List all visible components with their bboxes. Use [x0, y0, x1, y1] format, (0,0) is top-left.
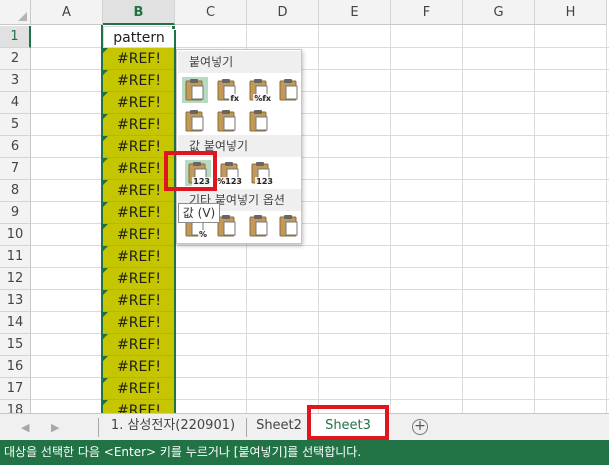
paste-keep-source-formatting-button[interactable]: [276, 77, 302, 103]
column-header-c[interactable]: C: [175, 0, 247, 25]
add-sheet-button[interactable]: +: [412, 419, 428, 435]
keep-source-column-widths-icon: [216, 109, 238, 133]
paste-icon: [184, 78, 206, 102]
cell-b-error[interactable]: #REF!: [103, 114, 175, 136]
sheet-tab-samsung[interactable]: 1. 삼성전자(220901): [100, 414, 246, 440]
paste-no-borders-button[interactable]: [182, 108, 208, 134]
paste-option-sublabel: fx: [229, 94, 240, 103]
row-header-2[interactable]: 2: [0, 48, 31, 70]
row-header-15[interactable]: 15: [0, 334, 31, 356]
paste-formulas-number-formatting-button[interactable]: %fx: [246, 77, 272, 103]
linked-picture-icon: [278, 214, 300, 238]
cell-b-error[interactable]: #REF!: [103, 290, 175, 312]
paste-paste-button[interactable]: [182, 77, 208, 103]
tab-divider: [246, 418, 247, 437]
sheet-tab-sheet3[interactable]: Sheet3: [311, 414, 385, 440]
paste-picture-button[interactable]: [246, 213, 272, 239]
row-header-16[interactable]: 16: [0, 356, 31, 378]
transpose-icon: [248, 109, 270, 133]
column-header-e[interactable]: E: [319, 0, 391, 25]
sheet-tab-bar: ◀ ▶ 1. 삼성전자(220901) Sheet2 Sheet3: [0, 413, 609, 440]
no-borders-icon: [184, 109, 206, 133]
scroll-tabs-right-icon[interactable]: ▶: [51, 414, 59, 441]
cell-b-error[interactable]: #REF!: [103, 158, 175, 180]
cell-b-error[interactable]: #REF!: [103, 48, 175, 70]
cell-b-error[interactable]: #REF!: [103, 378, 175, 400]
paste-values-section-label: 값 붙여넣기: [178, 135, 301, 157]
cell-b-error[interactable]: #REF!: [103, 202, 175, 224]
paste-values-button[interactable]: 123: [185, 160, 211, 186]
values-tooltip: 값 (V): [178, 203, 220, 223]
paste-formulas-button[interactable]: fx: [214, 77, 240, 103]
column-header-a[interactable]: A: [31, 0, 103, 25]
cell-b-error[interactable]: #REF!: [103, 180, 175, 202]
cell-b1-header[interactable]: pattern: [103, 26, 175, 48]
row-header-5[interactable]: 5: [0, 114, 31, 136]
column-header-h[interactable]: H: [535, 0, 607, 25]
sheet-tab-sheet2[interactable]: Sheet2: [248, 414, 310, 440]
cell-b-error[interactable]: #REF!: [103, 312, 175, 334]
row-header-4[interactable]: 4: [0, 92, 31, 114]
spreadsheet-grid[interactable]: ABCDEFGH 1 2 3 4 5 6 7 8 9 10 11 12 13 14 15 16 17 18 pat…: [0, 0, 609, 413]
tab-divider: [98, 418, 99, 437]
paste-option-sublabel: %fx: [253, 94, 272, 103]
paste-section-label: 붙여넣기: [178, 51, 301, 73]
row-header-17[interactable]: 17: [0, 378, 31, 400]
paste-values-number-formatting-button[interactable]: %123: [216, 160, 243, 186]
cell-b-error[interactable]: #REF!: [103, 92, 175, 114]
row-header-14[interactable]: 14: [0, 312, 31, 334]
cell-b-error[interactable]: #REF!: [103, 268, 175, 290]
cell-b-error[interactable]: #REF!: [103, 70, 175, 92]
row-header-1[interactable]: 1: [0, 26, 31, 48]
row-header-7[interactable]: 7: [0, 158, 31, 180]
paste-option-sublabel: 123: [255, 177, 274, 186]
status-message: 대상을 선택한 다음 <Enter> 키를 누르거나 [붙여넣기]를 선택합니다…: [4, 445, 362, 459]
cell-b-error[interactable]: #REF!: [103, 224, 175, 246]
row-header-11[interactable]: 11: [0, 246, 31, 268]
column-header-b[interactable]: B: [103, 0, 175, 25]
cell-b-error[interactable]: #REF!: [103, 136, 175, 158]
column-header-f[interactable]: F: [391, 0, 463, 25]
row-header-12[interactable]: 12: [0, 268, 31, 290]
paste-option-sublabel: 123: [192, 177, 211, 186]
scroll-tabs-left-icon[interactable]: ◀: [21, 414, 29, 441]
cell-b-error[interactable]: #REF!: [103, 334, 175, 356]
cell-b-error[interactable]: #REF!: [103, 400, 175, 413]
row-header-3[interactable]: 3: [0, 70, 31, 92]
selection-fill-handle[interactable]: [171, 25, 176, 30]
column-header-g[interactable]: G: [463, 0, 535, 25]
row-header-9[interactable]: 9: [0, 202, 31, 224]
row-header-10[interactable]: 10: [0, 224, 31, 246]
paste-keep-source-column-widths-button[interactable]: [214, 108, 240, 134]
paste-transpose-button[interactable]: [246, 108, 272, 134]
paste-option-sublabel: %: [197, 230, 208, 239]
row-header-18[interactable]: 18: [0, 400, 31, 413]
select-all-corner[interactable]: [0, 0, 31, 25]
keep-source-formatting-icon: [278, 78, 300, 102]
paste-option-sublabel: %123: [216, 177, 243, 186]
paste-values-source-formatting-button[interactable]: 123: [248, 160, 274, 186]
paste-linked-picture-button[interactable]: [276, 213, 302, 239]
cell-b-error[interactable]: #REF!: [103, 246, 175, 268]
row-header-6[interactable]: 6: [0, 136, 31, 158]
row-header-13[interactable]: 13: [0, 290, 31, 312]
picture-icon: [248, 214, 270, 238]
row-header-8[interactable]: 8: [0, 180, 31, 202]
column-header-d[interactable]: D: [247, 0, 319, 25]
cell-b-error[interactable]: #REF!: [103, 356, 175, 378]
status-bar: 대상을 선택한 다음 <Enter> 키를 누르거나 [붙여넣기]를 선택합니다…: [0, 440, 609, 465]
